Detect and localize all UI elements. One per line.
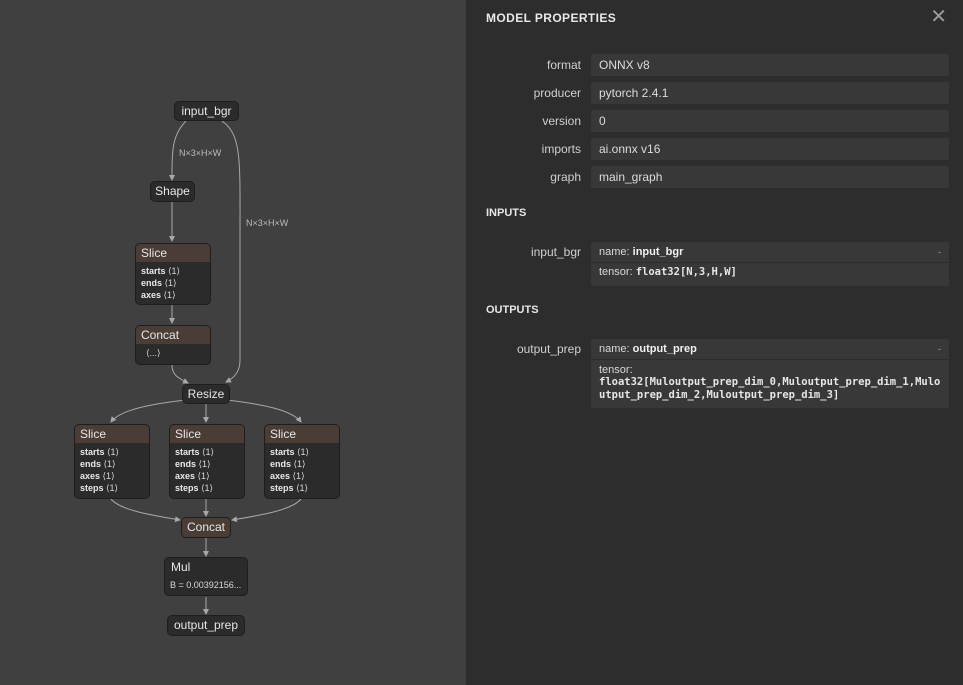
node-mul-title: Mul bbox=[171, 560, 191, 574]
node-slice-top-attrs: starts ⟨1⟩ ends ⟨1⟩ axes ⟨1⟩ bbox=[136, 262, 210, 304]
edge-label-left: N×3×H×W bbox=[179, 148, 222, 158]
output-box[interactable]: name: output_prep - tensor: float32[Mulo… bbox=[591, 339, 949, 408]
attr-row: starts ⟨1⟩ bbox=[270, 447, 310, 457]
input-tensor-row: tensor: float32[N,3,H,W] bbox=[599, 266, 737, 278]
collapse-icon[interactable]: - bbox=[938, 242, 941, 262]
output-tensor-prefix: tensor: bbox=[599, 364, 633, 376]
node-mul-attr: B = 0.00392156... bbox=[170, 580, 242, 590]
attr-row: starts ⟨1⟩ bbox=[141, 266, 181, 276]
node-concat-top[interactable]: Concat ⟨...⟩ bbox=[135, 325, 211, 365]
node-slice-b-attrs: starts ⟨1⟩ ends ⟨1⟩ axes ⟨1⟩ steps ⟨1⟩ bbox=[170, 443, 244, 497]
attr-row: steps ⟨1⟩ bbox=[80, 483, 119, 493]
prop-value-imports: ai.onnx v16 bbox=[591, 138, 949, 160]
node-slice-a[interactable]: Slice starts ⟨1⟩ ends ⟨1⟩ axes ⟨1⟩ steps… bbox=[74, 424, 150, 499]
attr-row: axes ⟨1⟩ bbox=[80, 471, 115, 481]
output-name: output_prep bbox=[632, 343, 697, 355]
node-concat-top-body: ⟨...⟩ bbox=[146, 348, 161, 358]
inputs-heading: INPUTS bbox=[486, 207, 527, 219]
edge-input-resize bbox=[221, 120, 241, 383]
edge-resize-slice-a bbox=[110, 399, 187, 423]
input-label: input_bgr bbox=[530, 245, 581, 259]
outputs-heading: OUTPUTS bbox=[486, 304, 539, 316]
node-output-label: output_prep bbox=[173, 618, 239, 632]
edge-slice-a-concat bbox=[110, 498, 181, 523]
panel-title: MODEL PROPERTIES bbox=[486, 11, 617, 25]
node-slice-a-attrs: starts ⟨1⟩ ends ⟨1⟩ axes ⟨1⟩ steps ⟨1⟩ bbox=[75, 443, 149, 497]
attr-row: starts ⟨1⟩ bbox=[175, 447, 215, 457]
input-tensor-type: float32[N,3,H,W] bbox=[635, 266, 737, 278]
node-slice-b-title: Slice bbox=[170, 425, 244, 443]
attr-row: starts ⟨1⟩ bbox=[80, 447, 120, 457]
node-output-prep[interactable]: output_prep bbox=[167, 615, 245, 636]
attr-row: ends ⟨1⟩ bbox=[141, 278, 177, 288]
attr-row: ends ⟨1⟩ bbox=[270, 459, 306, 469]
input-box[interactable]: name: input_bgr - tensor: float32[N,3,H,… bbox=[591, 242, 949, 286]
prop-value-version: 0 bbox=[591, 110, 949, 132]
node-concat-top-title: Concat bbox=[136, 326, 210, 344]
node-slice-b[interactable]: Slice starts ⟨1⟩ ends ⟨1⟩ axes ⟨1⟩ steps… bbox=[169, 424, 245, 499]
output-tensor-row: tensor: float32[Muloutput_prep_dim_0,Mul… bbox=[591, 360, 949, 406]
attr-row: axes ⟨1⟩ bbox=[270, 471, 305, 481]
collapse-icon[interactable]: - bbox=[938, 339, 941, 359]
node-input-bgr[interactable]: input_bgr bbox=[174, 101, 239, 121]
attr-row: axes ⟨1⟩ bbox=[175, 471, 210, 481]
node-slice-a-title: Slice bbox=[75, 425, 149, 443]
edge-resize-slice-c bbox=[225, 399, 302, 423]
node-slice-c-title: Slice bbox=[265, 425, 339, 443]
model-properties-panel: MODEL PROPERTIES ✕ format ONNX v8 produc… bbox=[466, 0, 963, 685]
node-slice-c-attrs: starts ⟨1⟩ ends ⟨1⟩ axes ⟨1⟩ steps ⟨1⟩ bbox=[265, 443, 339, 497]
node-resize[interactable]: Resize bbox=[182, 384, 230, 404]
prop-label-imports: imports bbox=[541, 142, 581, 156]
attr-row: steps ⟨1⟩ bbox=[175, 483, 214, 493]
prop-value-format: ONNX v8 bbox=[591, 54, 949, 76]
input-name: input_bgr bbox=[632, 246, 684, 258]
node-shape-label: Shape bbox=[155, 184, 190, 198]
node-slice-c[interactable]: Slice starts ⟨1⟩ ends ⟨1⟩ axes ⟨1⟩ steps… bbox=[264, 424, 340, 499]
attr-row: steps ⟨1⟩ bbox=[270, 483, 309, 493]
output-tensor-type: float32[Muloutput_prep_dim_0,Muloutput_p… bbox=[599, 376, 941, 401]
prop-label-graph: graph bbox=[550, 170, 581, 184]
attr-row: ends ⟨1⟩ bbox=[175, 459, 211, 469]
prop-label-producer: producer bbox=[533, 86, 581, 100]
node-resize-label: Resize bbox=[187, 387, 225, 401]
attr-row: ends ⟨1⟩ bbox=[80, 459, 116, 469]
node-concat-bottom[interactable]: Concat bbox=[181, 517, 231, 538]
prop-value-producer: pytorch 2.4.1 bbox=[591, 82, 949, 104]
attr-row: axes ⟨1⟩ bbox=[141, 290, 176, 300]
prop-value-graph: main_graph bbox=[591, 166, 949, 188]
node-concat-bottom-label: Concat bbox=[186, 520, 226, 534]
node-slice-top[interactable]: Slice starts ⟨1⟩ ends ⟨1⟩ axes ⟨1⟩ bbox=[135, 243, 211, 305]
output-name-row: name: output_prep - bbox=[591, 339, 949, 360]
edge-label-right: N×3×H×W bbox=[246, 218, 289, 228]
prop-label-format: format bbox=[546, 58, 581, 72]
node-shape[interactable]: Shape bbox=[150, 181, 195, 202]
close-icon[interactable]: ✕ bbox=[930, 4, 947, 29]
input-name-row: name: input_bgr - bbox=[591, 242, 949, 263]
graph-canvas[interactable]: N×3×H×W N×3×H×W input_bgr Shape Slice st… bbox=[0, 0, 466, 685]
node-mul[interactable]: Mul B = 0.00392156... bbox=[164, 557, 248, 596]
node-slice-top-title: Slice bbox=[136, 244, 210, 262]
edge-concat-resize bbox=[171, 364, 189, 384]
prop-label-version: version bbox=[542, 114, 581, 128]
node-input-label: input_bgr bbox=[181, 104, 232, 118]
edge-slice-c-concat bbox=[231, 498, 302, 523]
output-label: output_prep bbox=[516, 342, 581, 356]
